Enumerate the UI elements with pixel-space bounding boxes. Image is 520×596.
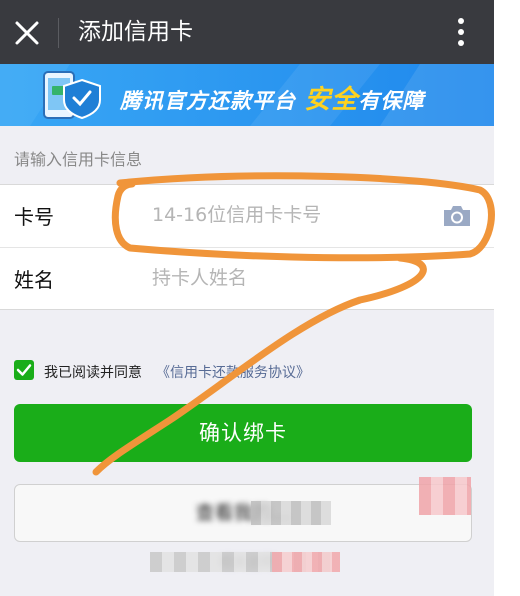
name-row: 姓名 <box>0 247 494 310</box>
secondary-button-label: 查看我的… <box>195 502 291 524</box>
card-number-row: 卡号 <box>0 185 494 247</box>
banner-slogan: 腾讯官方还款平台 安全有保障 <box>120 79 424 116</box>
banner-text-highlight: 安全 <box>304 85 359 115</box>
more-vertical-icon[interactable] <box>446 14 476 50</box>
close-icon[interactable] <box>12 18 42 48</box>
banner-text-main: 腾讯官方还款平台 <box>120 89 296 113</box>
card-number-input[interactable] <box>140 195 454 235</box>
name-input[interactable] <box>140 258 454 298</box>
checkmark-icon <box>16 364 32 376</box>
banner-text-tail: 有保障 <box>358 89 425 113</box>
agreement-text: 我已阅读并同意 <box>44 365 142 381</box>
card-form: 卡号 姓名 <box>0 184 494 310</box>
blurred-mosaic <box>251 501 331 525</box>
title-bar: 添加信用卡 <box>0 0 494 64</box>
confirm-bind-button[interactable]: 确认绑卡 <box>14 404 472 462</box>
section-label: 请输入信用卡信息 <box>14 150 143 169</box>
wechat-screen: 添加信用卡 腾讯官方还款平台 安全有保障 请输入信用卡信息 卡号 14-16位信… <box>0 0 494 596</box>
security-banner: 腾讯官方还款平台 安全有保障 <box>0 64 494 126</box>
name-label: 姓名 <box>14 268 54 292</box>
agreement-link[interactable]: 《信用卡还款服务协议》 <box>156 362 310 382</box>
card-number-label: 卡号 <box>14 205 54 229</box>
phone-shield-icon <box>43 71 101 120</box>
camera-icon[interactable] <box>442 204 472 228</box>
page-title: 添加信用卡 <box>78 19 193 45</box>
title-divider <box>58 18 59 48</box>
agreement-checkbox[interactable] <box>14 360 34 380</box>
blurred-mosaic <box>272 552 340 572</box>
blurred-mosaic <box>419 477 471 515</box>
secondary-button[interactable]: 查看我的… <box>14 477 472 542</box>
